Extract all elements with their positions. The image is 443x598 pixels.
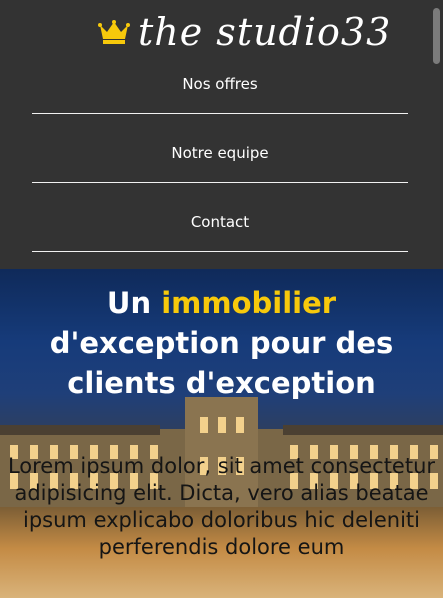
hero-title-line3: clients d'exception [67, 366, 376, 400]
crown-icon [98, 20, 130, 44]
hero-title-line2: d'exception pour des [49, 326, 394, 360]
site-header: the studio33 Nos offres Notre equipe Con… [0, 0, 443, 269]
nav-item-label: Notre equipe [171, 143, 269, 162]
brand-name: the studio33 [138, 10, 392, 54]
hero-title-prefix: Un [106, 286, 162, 320]
nav-item-label: Nos offres [182, 74, 258, 93]
nav-item-offres[interactable]: Nos offres [32, 54, 408, 114]
hero-section: Un immobilier d'exception pour des clien… [0, 269, 443, 598]
hero-title-accent: immobilier [161, 286, 337, 320]
page-scrollbar[interactable] [433, 8, 440, 64]
nav-item-label: Contact [190, 212, 250, 231]
nav-item-equipe[interactable]: Notre equipe [32, 123, 408, 183]
hero-title: Un immobilier d'exception pour des clien… [0, 283, 443, 403]
nav-item-contact[interactable]: Contact [32, 192, 408, 252]
brand-logo[interactable]: the studio33 [98, 10, 391, 54]
hero-description: Lorem ipsum dolor, sit amet consectetur … [7, 454, 436, 559]
